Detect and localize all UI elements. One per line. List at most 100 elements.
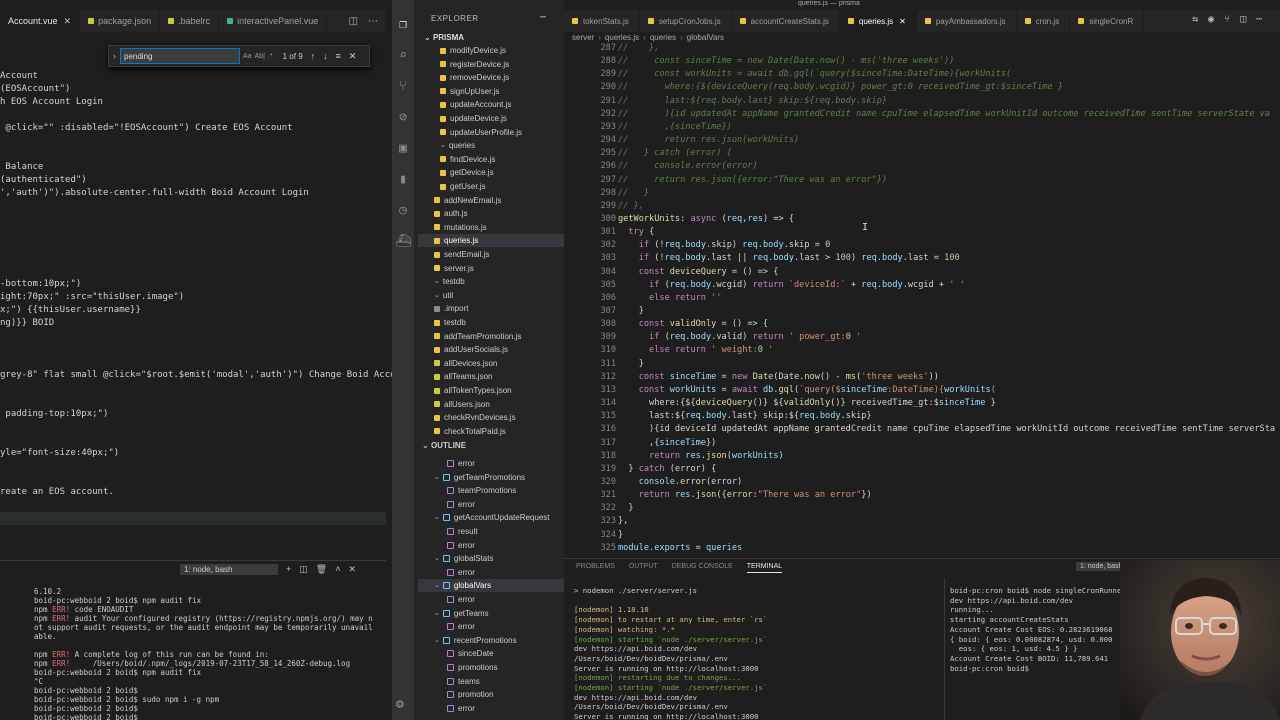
- file-item[interactable]: mutations.js: [434, 221, 487, 234]
- outline-item[interactable]: error: [447, 593, 475, 606]
- editor-tab[interactable]: tokenStats.js: [564, 10, 640, 32]
- whole-word-toggle[interactable]: Ab|: [255, 53, 265, 60]
- tab-output[interactable]: OUTPUT: [629, 563, 658, 573]
- file-item[interactable]: addNewEmail.js: [434, 194, 501, 207]
- git-icon[interactable]: ⑂: [1224, 14, 1230, 25]
- chevron-right-icon[interactable]: ›: [113, 51, 116, 61]
- editor-tab[interactable]: queries.js ✕: [839, 10, 917, 32]
- editor-tab[interactable]: cron.js: [1017, 10, 1071, 32]
- file-item[interactable]: updateAccount.js: [440, 98, 511, 111]
- trash-icon[interactable]: 🗑: [316, 564, 327, 575]
- terminal-output-server[interactable]: > nodemon ./server/server.js [nodemon] 1…: [574, 586, 942, 720]
- close-icon[interactable]: ✕: [348, 564, 356, 575]
- file-item[interactable]: addTeamPromotion.js: [434, 330, 521, 343]
- outline-item[interactable]: promotions: [447, 661, 498, 674]
- outline-item[interactable]: ⌄ getAccountUpdateRequest: [434, 511, 550, 524]
- workspace-root[interactable]: ⌄ PRISMA: [424, 33, 464, 42]
- code-editor[interactable]: 287// }, 288// const sinceTime = new Date…: [564, 40, 1280, 556]
- tab-account-vue[interactable]: Account.vue ✕: [0, 10, 81, 32]
- gear-icon[interactable]: ⚙: [396, 697, 404, 712]
- file-item[interactable]: allDevices.json: [434, 357, 497, 370]
- bookmark-icon[interactable]: ▮: [395, 172, 411, 188]
- split-editor-icon[interactable]: ◫: [349, 16, 358, 27]
- tab-interactive-panel[interactable]: interactivePanel.vue: [219, 10, 328, 32]
- more-actions-icon[interactable]: ⋯: [1256, 14, 1262, 25]
- file-item[interactable]: getDevice.js: [440, 166, 494, 179]
- file-item[interactable]: server.js: [434, 262, 474, 275]
- more-actions-icon[interactable]: ⋯: [540, 12, 546, 23]
- file-item[interactable]: findDevice.js: [440, 153, 495, 166]
- outline-item[interactable]: error: [447, 702, 475, 715]
- arrow-down-icon[interactable]: ↓: [323, 51, 328, 61]
- file-item[interactable]: allTeams.json: [434, 370, 492, 383]
- tab-package-json[interactable]: package.json: [80, 10, 161, 32]
- editor-tab[interactable]: accountCreateStats.js: [732, 10, 840, 32]
- folder-item[interactable]: ⌄ queries: [440, 139, 475, 152]
- outline-item[interactable]: ⌄ globalStats: [434, 552, 493, 565]
- close-icon[interactable]: ✕: [899, 17, 906, 26]
- outline-item[interactable]: result: [447, 525, 478, 538]
- arrow-up-icon[interactable]: ↑: [311, 51, 316, 61]
- debug-icon[interactable]: ⊘: [395, 110, 411, 126]
- file-item[interactable]: updateUserProfile.js: [440, 126, 522, 139]
- file-item[interactable]: updateDevice.js: [440, 112, 507, 125]
- editor-tab[interactable]: singleCronR: [1070, 10, 1145, 32]
- compare-icon[interactable]: ⇆: [1192, 14, 1198, 25]
- outline-item[interactable]: ⌄ getTeamPromotions: [434, 471, 525, 484]
- terminal-split-divider[interactable]: [944, 578, 945, 720]
- split-icon[interactable]: ◫: [299, 564, 308, 575]
- file-item[interactable]: queries.js: [418, 234, 564, 248]
- menu-icon[interactable]: ≡: [336, 51, 341, 61]
- close-icon[interactable]: ✕: [349, 51, 357, 62]
- editor-tab[interactable]: setupCronJobs.js: [640, 10, 732, 32]
- docker-icon[interactable]: ⛴: [395, 234, 412, 250]
- tab-babelrc[interactable]: .babelrc: [160, 10, 220, 32]
- file-item[interactable]: signUpUser.js: [440, 85, 499, 98]
- split-editor-icon[interactable]: ◫: [1240, 14, 1246, 25]
- folder-item[interactable]: ⌄ testdb: [434, 275, 465, 288]
- file-item[interactable]: removeDevice.js: [440, 71, 509, 84]
- files-icon[interactable]: ❐: [395, 17, 411, 33]
- regex-toggle[interactable]: .*: [268, 53, 273, 60]
- file-item[interactable]: checkTotalPaid.js: [434, 425, 506, 438]
- outline-item[interactable]: error: [447, 620, 475, 633]
- outline-item[interactable]: promotion: [447, 688, 494, 701]
- chevron-up-icon[interactable]: ˄: [335, 564, 340, 574]
- outline-item[interactable]: teamPromotions: [447, 484, 516, 497]
- outline-item[interactable]: ⌄ globalVars: [418, 579, 564, 593]
- outline-item[interactable]: error: [447, 566, 475, 579]
- outline-header[interactable]: ⌄ OUTLINE: [422, 441, 564, 450]
- folder-item[interactable]: ⌄ util: [434, 289, 453, 302]
- file-item[interactable]: sendEmail.js: [434, 248, 489, 261]
- outline-item[interactable]: sinceDate: [447, 647, 494, 660]
- more-actions-icon[interactable]: ⋯: [368, 16, 378, 27]
- file-item[interactable]: modifyDevice.js: [440, 44, 506, 57]
- find-input[interactable]: pending: [120, 48, 240, 64]
- editor-tab[interactable]: payAmbassadors.js: [917, 10, 1017, 32]
- outline-item[interactable]: teams: [447, 675, 480, 688]
- file-item[interactable]: checkRvnDevices.js: [434, 411, 516, 424]
- tab-terminal[interactable]: TERMINAL: [746, 563, 783, 573]
- outline-item[interactable]: ⌄ recentPromotions: [434, 634, 517, 647]
- file-item[interactable]: addUserSocials.js: [434, 343, 508, 356]
- search-icon[interactable]: ⌕: [395, 48, 411, 64]
- outline-item[interactable]: ⌄ getTeams: [434, 607, 489, 620]
- file-item[interactable]: allTokenTypes.json: [434, 384, 512, 397]
- file-item[interactable]: allUsers.json: [434, 398, 490, 411]
- outline-item[interactable]: error: [447, 498, 475, 511]
- file-item[interactable]: auth.js: [434, 207, 468, 220]
- tab-problems[interactable]: PROBLEMS: [576, 563, 615, 573]
- terminal-selector[interactable]: 1: node, bash: [180, 563, 278, 575]
- tab-debug-console[interactable]: DEBUG CONSOLE: [672, 563, 733, 573]
- timeline-icon[interactable]: ◷: [395, 203, 411, 219]
- extensions-icon[interactable]: ▣: [395, 141, 411, 157]
- outline-item[interactable]: error: [447, 539, 475, 552]
- file-item[interactable]: getUser.js: [440, 180, 486, 193]
- file-item[interactable]: registerDevice.js: [440, 58, 509, 71]
- open-preview-icon[interactable]: ◉: [1208, 14, 1214, 25]
- source-control-icon[interactable]: ⑂: [395, 79, 411, 95]
- file-item[interactable]: testdb: [434, 316, 466, 329]
- match-case-toggle[interactable]: Aa: [243, 53, 252, 60]
- file-item[interactable]: .import: [434, 302, 468, 315]
- outline-item[interactable]: error: [447, 457, 475, 470]
